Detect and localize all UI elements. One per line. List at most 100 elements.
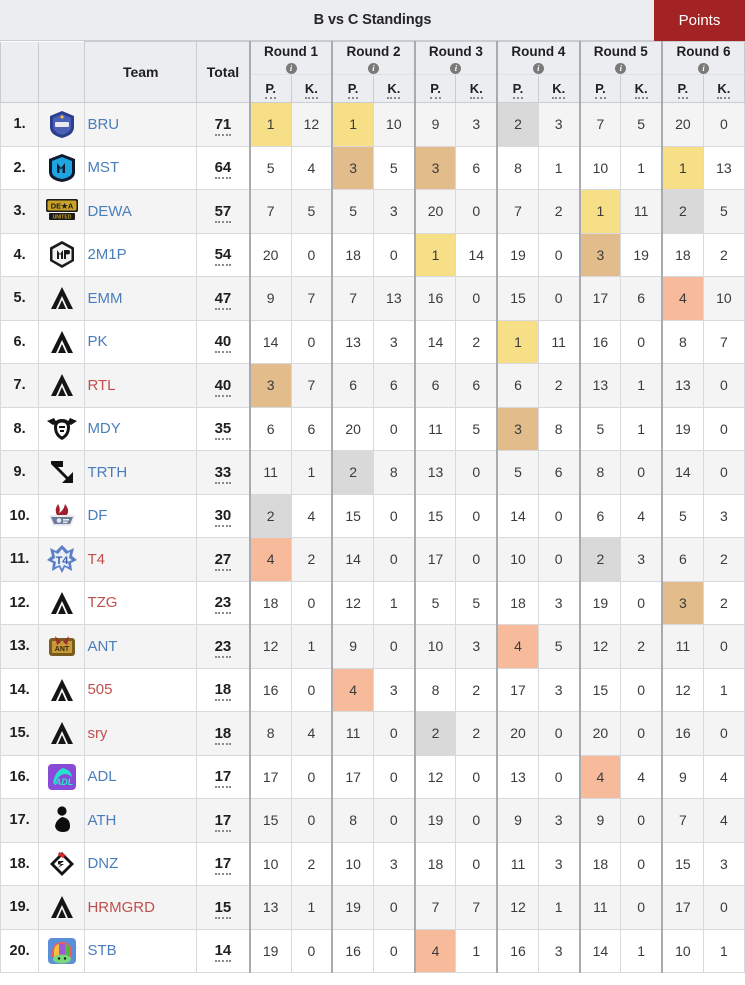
team-logo-cell bbox=[38, 928, 86, 974]
round-1-points-cell: 13 bbox=[248, 885, 292, 930]
round-4-points-cell: 16 bbox=[496, 928, 539, 974]
round-5-kills-cell: 4 bbox=[620, 754, 663, 800]
dnz-logo bbox=[45, 847, 79, 881]
round-5-points-cell: 4 bbox=[578, 754, 622, 800]
stb-logo bbox=[45, 934, 79, 968]
team-name-cell: T4 bbox=[84, 537, 198, 582]
apex-logo bbox=[45, 890, 79, 924]
table-row: 15. sry 18 8 4 11 0 2 2 20 0 20 0 16 0 bbox=[0, 711, 745, 756]
round-5-kills-cell: 0 bbox=[620, 580, 663, 626]
round-6-kills-cell: 7 bbox=[702, 319, 745, 365]
team-link[interactable]: RTL bbox=[87, 377, 115, 394]
rank-cell: 18. bbox=[0, 841, 40, 887]
table-row: 4. 2M1P 54 20 0 18 0 1 14 19 0 3 19 18 2 bbox=[0, 232, 745, 278]
round-3-points-cell: 10 bbox=[413, 624, 457, 669]
round-4-kills-cell: 3 bbox=[537, 798, 581, 843]
round-4-kills-cell: 0 bbox=[537, 493, 581, 539]
team-link[interactable]: ATH bbox=[87, 812, 116, 829]
round-3-kills-cell: 14 bbox=[455, 232, 498, 278]
info-icon[interactable]: i bbox=[615, 62, 627, 74]
table-row: 13. ANT ANT 23 12 1 9 0 10 3 4 5 12 2 11 0 bbox=[0, 624, 745, 669]
round-2-points-cell: 16 bbox=[331, 928, 374, 974]
round-5-points-cell: 11 bbox=[578, 885, 622, 930]
rank-cell: 10. bbox=[0, 493, 40, 539]
round-6-points-cell: 1 bbox=[660, 145, 704, 191]
round-2-points-cell: 4 bbox=[331, 667, 374, 713]
info-icon[interactable]: i bbox=[285, 62, 297, 74]
team-link[interactable]: PK bbox=[87, 333, 107, 350]
round-6-points-cell: 16 bbox=[660, 711, 704, 756]
round-3-kills-cell: 5 bbox=[455, 580, 498, 626]
round-1-points-cell: 5 bbox=[248, 145, 292, 191]
team-link[interactable]: HRMGRD bbox=[87, 899, 155, 916]
total-cell: 35 bbox=[196, 406, 251, 452]
apex-logo bbox=[45, 716, 79, 750]
points-tab[interactable]: Points bbox=[654, 0, 745, 41]
round-6-kills-cell: 3 bbox=[702, 841, 745, 887]
round-1-points-cell: 11 bbox=[248, 450, 292, 495]
team-link[interactable]: 2M1P bbox=[87, 246, 126, 263]
team-name-cell: RTL bbox=[84, 363, 198, 408]
info-icon[interactable]: i bbox=[698, 62, 709, 74]
round-3-points-cell: 4 bbox=[413, 928, 457, 974]
team-logo-cell bbox=[38, 885, 86, 930]
round-3-kills-cell: 2 bbox=[455, 711, 498, 756]
round-5-kills-cell: 6 bbox=[620, 276, 663, 321]
round-5-points-cell: 3 bbox=[578, 232, 622, 278]
team-link[interactable]: MST bbox=[87, 159, 119, 176]
round-4-points-cell: 6 bbox=[496, 363, 539, 408]
info-icon[interactable]: i bbox=[532, 62, 544, 74]
team-link[interactable]: sry bbox=[87, 725, 107, 742]
rank-cell: 15. bbox=[0, 711, 40, 756]
round-2-points-cell: 17 bbox=[331, 754, 374, 800]
table-row: 16. ADL ADL 17 17 0 17 0 12 0 13 0 4 4 9 4 bbox=[0, 754, 745, 800]
info-icon[interactable]: i bbox=[367, 62, 379, 74]
team-logo-cell bbox=[38, 145, 86, 191]
rank-cell: 13. bbox=[0, 624, 40, 669]
team-link[interactable]: TZG bbox=[87, 594, 117, 611]
team-link[interactable]: ADL bbox=[87, 768, 116, 785]
round-4-kills-cell: 8 bbox=[537, 406, 581, 452]
round-3-kills-cell: 0 bbox=[455, 189, 498, 234]
team-link[interactable]: DEWA bbox=[87, 203, 131, 220]
team-name-cell: TRTH bbox=[84, 450, 198, 495]
apex-logo bbox=[45, 368, 79, 402]
round-2-points-cell: 10 bbox=[331, 841, 374, 887]
round-2-points-cell: 2 bbox=[331, 450, 374, 495]
total-cell: 17 bbox=[196, 798, 251, 843]
round-2-kills-cell: 5 bbox=[372, 145, 416, 191]
team-link[interactable]: STB bbox=[87, 942, 116, 959]
round-3-points-cell: 16 bbox=[413, 276, 457, 321]
team-logo-cell bbox=[38, 841, 86, 887]
info-icon[interactable]: i bbox=[450, 62, 462, 74]
table-row: 17. ATH 17 15 0 8 0 19 0 9 3 9 0 7 4 bbox=[0, 798, 745, 843]
round-3-points-cell: 17 bbox=[413, 537, 457, 582]
round-1-points-cell: 12 bbox=[248, 624, 292, 669]
team-link[interactable]: BRU bbox=[87, 116, 119, 133]
team-link[interactable]: ANT bbox=[87, 638, 117, 655]
round-2-points-cell: 9 bbox=[331, 624, 374, 669]
team-logo-cell bbox=[38, 276, 86, 321]
team-link[interactable]: MDY bbox=[87, 420, 120, 437]
round-5-points-cell: 18 bbox=[578, 841, 622, 887]
round-6-points-cell: 11 bbox=[660, 624, 704, 669]
team-link[interactable]: 505 bbox=[87, 681, 112, 698]
team-link[interactable]: T4 bbox=[87, 551, 105, 568]
round-4-kills-cell: 0 bbox=[537, 754, 581, 800]
round-5-points-cell: 16 bbox=[578, 319, 622, 365]
team-name-cell: ADL bbox=[84, 754, 198, 800]
round-4-kills-cell: 1 bbox=[537, 145, 581, 191]
round-3-points-cell: 11 bbox=[413, 406, 457, 452]
total-cell: 40 bbox=[196, 363, 251, 408]
team-link[interactable]: TRTH bbox=[87, 464, 127, 481]
col-header-r1-points: P. bbox=[248, 74, 292, 104]
round-2-points-cell: 14 bbox=[331, 537, 374, 582]
round-4-points-cell: 2 bbox=[496, 102, 539, 147]
round-2-kills-cell: 0 bbox=[372, 537, 416, 582]
team-link[interactable]: DNZ bbox=[87, 855, 118, 872]
round-2-points-cell: 11 bbox=[331, 711, 374, 756]
col-header-rank bbox=[0, 41, 40, 104]
round-3-points-cell: 1 bbox=[413, 232, 457, 278]
team-link[interactable]: EMM bbox=[87, 290, 122, 307]
team-link[interactable]: DF bbox=[87, 507, 107, 524]
